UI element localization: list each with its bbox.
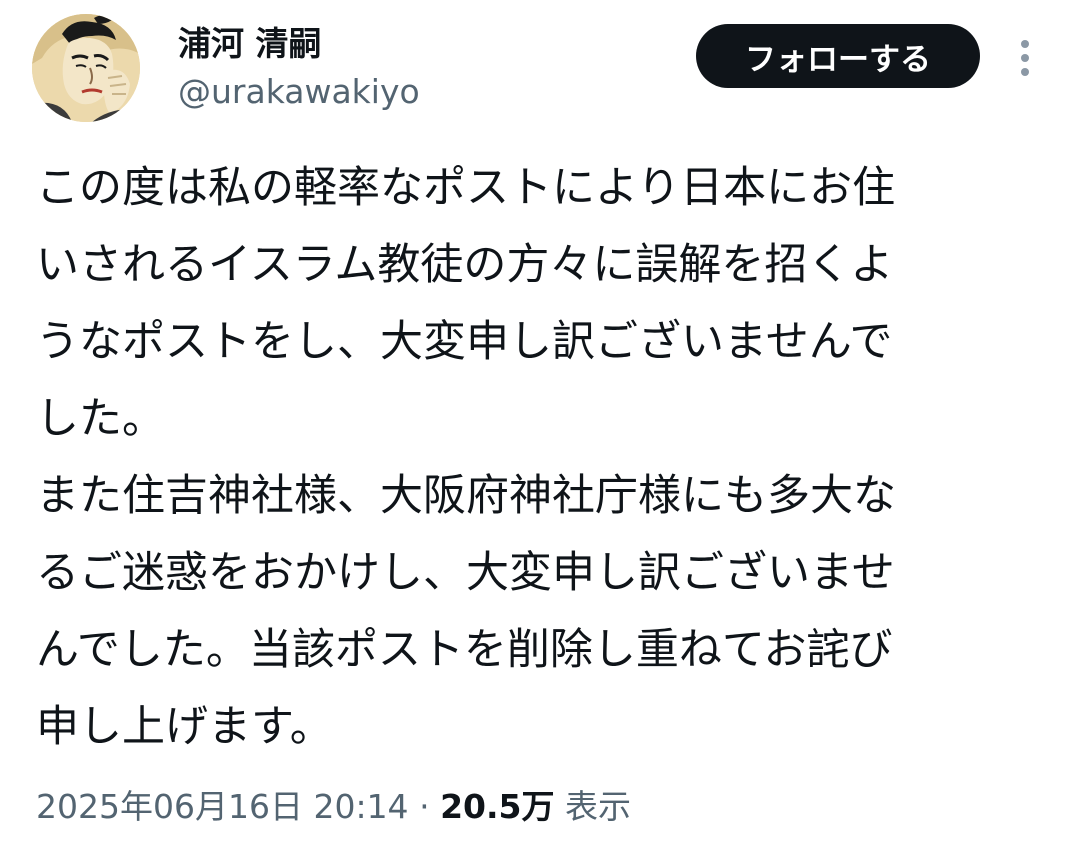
follow-button-label: フォローする xyxy=(745,41,931,78)
post-text-line: いされるイスラム教徒の方々に誤解を招くよ xyxy=(36,240,894,290)
post-timestamp[interactable]: 2025年06月16日 20:14 xyxy=(36,787,409,826)
post-text-line: んでした。当該ポストを削除し重ねてお詫び xyxy=(36,625,893,675)
post-text-line: うなポストをし、大変申し訳ございませんで xyxy=(36,317,893,367)
post-meta: 2025年06月16日 20:14 · 20.5万 表示 xyxy=(36,782,631,832)
post-text-line: した。 xyxy=(36,394,165,444)
post-text: この度は私の軽率なポストにより日本にお住 いされるイスラム教徒の方々に誤解を招くよ… xyxy=(36,150,1046,766)
post-text-line: この度は私の軽率なポストにより日本にお住 xyxy=(36,163,896,213)
display-name[interactable]: 浦河 清嗣 xyxy=(178,24,322,64)
vertical-ellipsis-icon xyxy=(1021,40,1029,76)
user-handle[interactable]: @urakawakiyo xyxy=(178,72,420,112)
meta-separator: · xyxy=(419,787,430,826)
post-text-line: るご迷惑をおかけし、大変申し訳ございませ xyxy=(36,548,895,598)
ukiyo-e-portrait-avatar xyxy=(32,14,140,122)
post-text-line: また住吉神社様、大阪府神社庁様にも多大な xyxy=(36,471,896,521)
views-count[interactable]: 20.5万 xyxy=(440,787,554,826)
more-options-button[interactable] xyxy=(1010,36,1040,80)
follow-button[interactable]: フォローする xyxy=(696,24,980,88)
post-header: 浦河 清嗣 @urakawakiyo フォローする xyxy=(32,14,1048,124)
avatar[interactable] xyxy=(32,14,140,122)
post-text-line: 申し上げます。 xyxy=(36,702,333,752)
views-label: 表示 xyxy=(564,787,631,826)
